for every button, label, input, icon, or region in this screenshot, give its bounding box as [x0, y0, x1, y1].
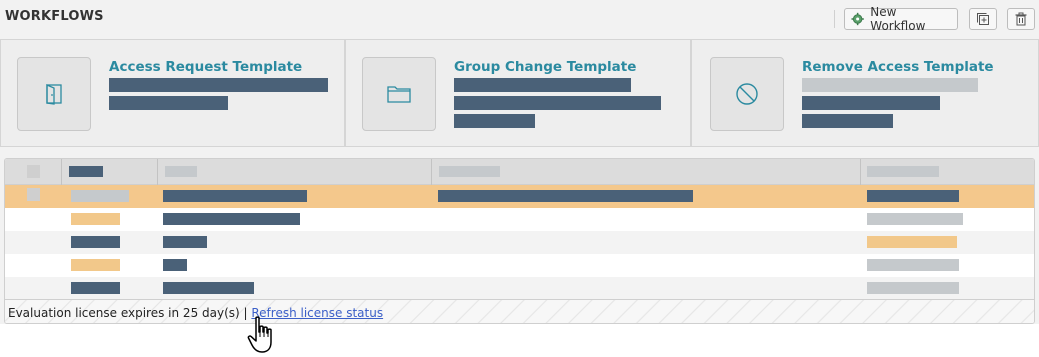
redacted-cell — [163, 213, 300, 225]
column-divider — [61, 159, 62, 185]
select-all-checkbox[interactable] — [27, 165, 40, 178]
redacted-description-line — [802, 114, 893, 128]
redacted-cell — [867, 213, 963, 225]
workflow-grid: Evaluation license expires in 25 day(s) … — [4, 158, 1035, 324]
redacted-cell — [867, 190, 959, 202]
redacted-cell — [867, 282, 959, 294]
redacted-column-header[interactable] — [69, 166, 103, 177]
template-title: Group Change Template — [454, 59, 637, 75]
template-icon-tile — [362, 57, 436, 131]
redacted-cell — [867, 236, 957, 248]
redacted-description-line — [454, 96, 661, 110]
add-copy-icon — [977, 13, 989, 25]
toolbar-divider — [834, 10, 835, 28]
redacted-cell — [163, 282, 254, 294]
redacted-column-header[interactable] — [165, 166, 197, 177]
redacted-cell — [438, 190, 693, 202]
license-status-text: Evaluation license expires in 25 day(s) … — [8, 306, 252, 320]
redacted-cell — [71, 236, 120, 248]
table-row[interactable] — [5, 185, 1034, 208]
template-title: Access Request Template — [109, 59, 303, 75]
workflows-panel: WORKFLOWS New Workflow Access Request Te… — [0, 0, 1039, 324]
redacted-cell — [163, 259, 187, 271]
column-divider — [431, 159, 432, 185]
redacted-cell — [71, 259, 120, 271]
redacted-cell — [71, 213, 120, 225]
grid-header — [5, 159, 1034, 185]
door-icon — [46, 84, 62, 105]
redacted-cell — [163, 236, 207, 248]
new-workflow-button[interactable]: New Workflow — [844, 5, 958, 33]
template-title: Remove Access Template — [802, 59, 994, 75]
redacted-column-header[interactable] — [867, 166, 939, 177]
new-workflow-label: New Workflow — [870, 5, 926, 33]
column-divider — [157, 159, 158, 185]
prohibited-icon — [736, 83, 758, 105]
trash-icon — [1015, 12, 1027, 26]
template-cards: Access Request Template Group Change Tem… — [0, 39, 1039, 147]
redacted-cell — [163, 190, 307, 202]
redacted-description-line — [454, 114, 535, 128]
hand-pointer-icon — [247, 316, 272, 353]
duplicate-workflow-button[interactable] — [969, 8, 997, 30]
folder-icon — [387, 86, 411, 103]
panel-header: WORKFLOWS New Workflow — [0, 0, 1039, 38]
redacted-column-header[interactable] — [439, 166, 500, 177]
gear-icon — [851, 12, 864, 26]
table-row[interactable] — [5, 231, 1034, 254]
license-status: Evaluation license expires in 25 day(s) … — [8, 306, 383, 320]
redacted-description-line — [109, 96, 228, 110]
redacted-description-line — [109, 78, 328, 92]
table-row[interactable] — [5, 254, 1034, 277]
redacted-cell — [71, 282, 120, 294]
redacted-description-line — [454, 78, 631, 92]
delete-workflow-button[interactable] — [1007, 8, 1035, 30]
template-icon-tile — [710, 57, 784, 131]
template-card-group-change[interactable]: Group Change Template — [345, 39, 691, 147]
redacted-description-line — [802, 78, 978, 92]
redacted-cell — [71, 190, 129, 202]
table-row[interactable] — [5, 208, 1034, 231]
table-row[interactable] — [5, 277, 1034, 300]
template-icon-tile — [17, 57, 91, 131]
template-card-access-request[interactable]: Access Request Template — [0, 39, 345, 147]
template-card-remove-access[interactable]: Remove Access Template — [691, 39, 1039, 147]
redacted-cell — [867, 259, 959, 271]
row-checkbox[interactable] — [27, 188, 40, 201]
column-divider — [860, 159, 861, 185]
license-status-bar: Evaluation license expires in 25 day(s) … — [5, 299, 1034, 323]
page-title: WORKFLOWS — [5, 9, 104, 24]
redacted-description-line — [802, 96, 940, 110]
